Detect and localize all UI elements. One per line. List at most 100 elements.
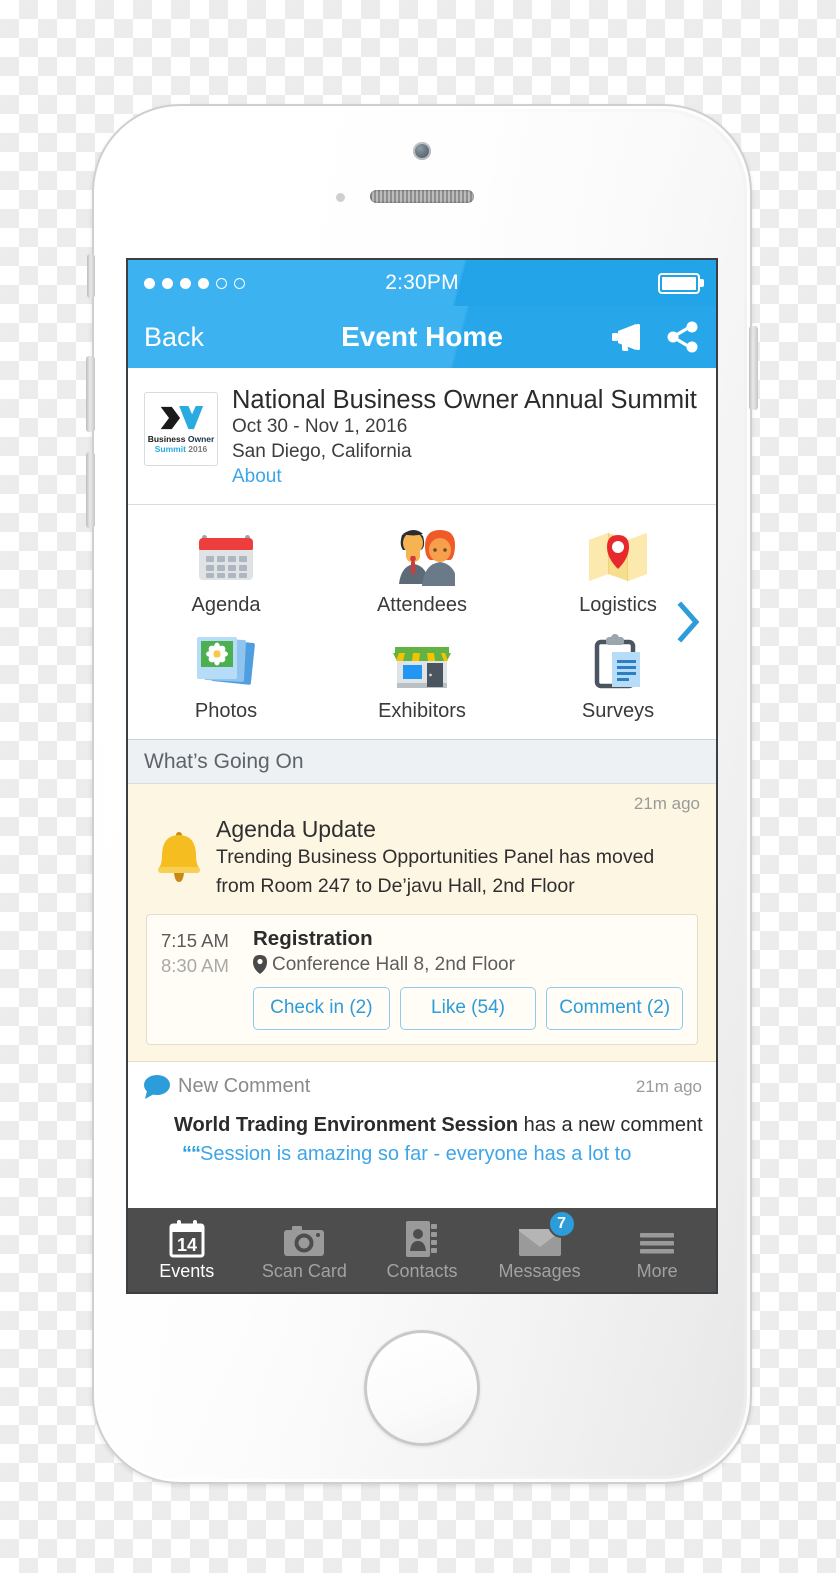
session-card[interactable]: 7:15 AM 8:30 AM Registration Conference … — [146, 913, 698, 1045]
session-location: Conference Hall 8, 2nd Floor — [253, 954, 683, 976]
location-pin-icon — [253, 955, 267, 975]
power-button[interactable] — [749, 326, 758, 410]
session-location-text: Conference Hall 8, 2nd Floor — [272, 953, 515, 975]
home-button[interactable] — [364, 1330, 480, 1446]
event-header-card: Business Owner Summit 2016 National Busi… — [128, 368, 716, 505]
page-title: Event Home — [341, 321, 503, 352]
new-comment-quote[interactable]: ““Session is amazing so far - everyone h… — [142, 1143, 702, 1166]
earpiece-speaker — [370, 190, 474, 203]
megaphone-icon[interactable] — [606, 322, 648, 352]
business-owner-summit-logo-icon — [160, 406, 204, 430]
front-camera-icon — [413, 142, 431, 160]
chevron-right-icon[interactable] — [676, 601, 702, 643]
new-comment-subject-line: World Trading Environment Session has a … — [142, 1113, 703, 1137]
status-bar-time: 2:30PM — [385, 271, 459, 294]
module-photos[interactable]: Photos — [128, 623, 324, 729]
tab-label: Scan Card — [261, 1261, 347, 1281]
signal-strength-indicator — [144, 277, 294, 289]
session-details: Registration Conference Hall 8, 2nd Floo… — [253, 927, 684, 1030]
tab-contacts[interactable]: Contacts — [363, 1218, 481, 1282]
notification-timestamp: 21m ago — [633, 793, 700, 813]
people-icon — [389, 525, 455, 587]
about-link[interactable]: About — [232, 464, 700, 490]
envelope-icon: 7 — [518, 1210, 576, 1258]
session-actions: Check in (2) Like (54) Comment (2) — [253, 986, 684, 1030]
camera-icon — [283, 1218, 325, 1258]
quote-mark-icon: ““ — [182, 1142, 201, 1165]
like-button[interactable]: Like (54) — [399, 986, 537, 1030]
tab-events[interactable]: 14 Events — [128, 1218, 246, 1282]
new-comment-card[interactable]: New Comment 21m ago World Trading Enviro… — [128, 1061, 716, 1166]
tab-label: Messages — [498, 1261, 581, 1281]
calendar-icon — [195, 525, 257, 587]
signal-dot-1 — [144, 277, 155, 289]
tab-scan-card[interactable]: Scan Card — [246, 1218, 364, 1282]
notification-title: Agenda Update — [216, 815, 376, 842]
back-button[interactable]: Back — [144, 322, 294, 353]
new-comment-header: New Comment 21m ago — [142, 1074, 702, 1100]
notification-text: Agenda Update Trending Business Opportun… — [216, 812, 702, 900]
battery-indicator — [550, 272, 704, 294]
notification-card[interactable]: 21m ago Agenda Update Trending Business … — [128, 783, 716, 1062]
module-exhibitors[interactable]: Exhibitors — [324, 623, 520, 729]
tab-bar: 14 Events Scan Card Contacts 7 Messages … — [128, 1208, 716, 1292]
module-label: Exhibitors — [378, 699, 466, 722]
messages-badge: 7 — [547, 1210, 576, 1238]
module-label: Attendees — [376, 593, 468, 616]
new-comment-suffix: has a new comment — [518, 1113, 703, 1136]
clipboard-icon — [588, 631, 648, 693]
signal-dot-2 — [162, 277, 173, 289]
nav-actions — [550, 321, 700, 353]
signal-dot-4 — [198, 277, 209, 289]
calendar-14-icon: 14 — [167, 1218, 207, 1258]
check-in-button[interactable]: Check in (2) — [253, 986, 390, 1030]
address-book-icon — [405, 1218, 439, 1258]
module-label: Agenda — [191, 593, 261, 616]
module-grid-row-2: Photos Exhibitors Surveys — [128, 623, 716, 729]
map-pin-icon — [586, 525, 650, 587]
notification-body: Agenda Update Trending Business Opportun… — [142, 812, 702, 900]
tab-label: More — [636, 1261, 678, 1281]
session-end-time: 8:30 AM — [161, 954, 229, 976]
signal-dot-3 — [180, 277, 191, 289]
battery-level — [662, 276, 696, 290]
mute-switch[interactable] — [87, 254, 95, 298]
tab-messages[interactable]: 7 Messages — [481, 1210, 599, 1282]
tab-more[interactable]: More — [598, 1218, 716, 1282]
speech-bubble-icon — [142, 1074, 178, 1100]
battery-icon — [658, 272, 704, 294]
event-dates: Oct 30 - Nov 1, 2016 — [232, 416, 408, 438]
battery-cap — [700, 279, 704, 287]
new-comment-subject: World Trading Environment Session — [174, 1113, 519, 1136]
volume-up-button[interactable] — [86, 356, 95, 432]
new-comment-quote-text: Session is amazing so far - everyone has… — [200, 1142, 632, 1165]
session-times: 7:15 AM 8:30 AM — [161, 927, 253, 1030]
module-label: Logistics — [579, 593, 657, 616]
comment-button[interactable]: Comment (2) — [546, 986, 684, 1030]
logo-text-line2: Summit 2016 — [154, 444, 208, 454]
svg-text:14: 14 — [177, 1235, 197, 1255]
event-logo: Business Owner Summit 2016 — [144, 392, 218, 466]
new-comment-label: New Comment — [178, 1075, 311, 1098]
bell-icon — [142, 812, 216, 900]
module-agenda[interactable]: Agenda — [128, 517, 324, 623]
hamburger-icon — [638, 1218, 676, 1258]
module-label: Photos — [194, 699, 258, 722]
storefront-icon — [389, 631, 455, 693]
share-icon[interactable] — [666, 321, 700, 353]
signal-dot-6 — [234, 277, 245, 289]
phone-device: 2:30PM Back Event Home Business Owner Su… — [86, 104, 758, 1484]
tab-label: Contacts — [386, 1261, 458, 1281]
status-bar: 2:30PM — [128, 260, 716, 306]
notification-description-line2: from Room 247 to De’javu Hall, 2nd Floor — [216, 875, 575, 898]
module-grid-row-1: Agenda Attendees Logistics — [128, 517, 716, 623]
section-header-whats-going-on: What’s Going On — [128, 739, 716, 784]
module-attendees[interactable]: Attendees — [324, 517, 520, 623]
new-comment-timestamp: 21m ago — [635, 1076, 702, 1096]
volume-down-button[interactable] — [86, 452, 95, 528]
navigation-bar: Back Event Home — [128, 306, 716, 368]
logo-text-line1: Business Owner — [147, 434, 215, 444]
event-title: National Business Owner Annual Summit — [232, 386, 697, 414]
notification-description-line1: Trending Business Opportunities Panel ha… — [216, 846, 655, 869]
event-info: National Business Owner Annual Summit Oc… — [232, 386, 700, 490]
